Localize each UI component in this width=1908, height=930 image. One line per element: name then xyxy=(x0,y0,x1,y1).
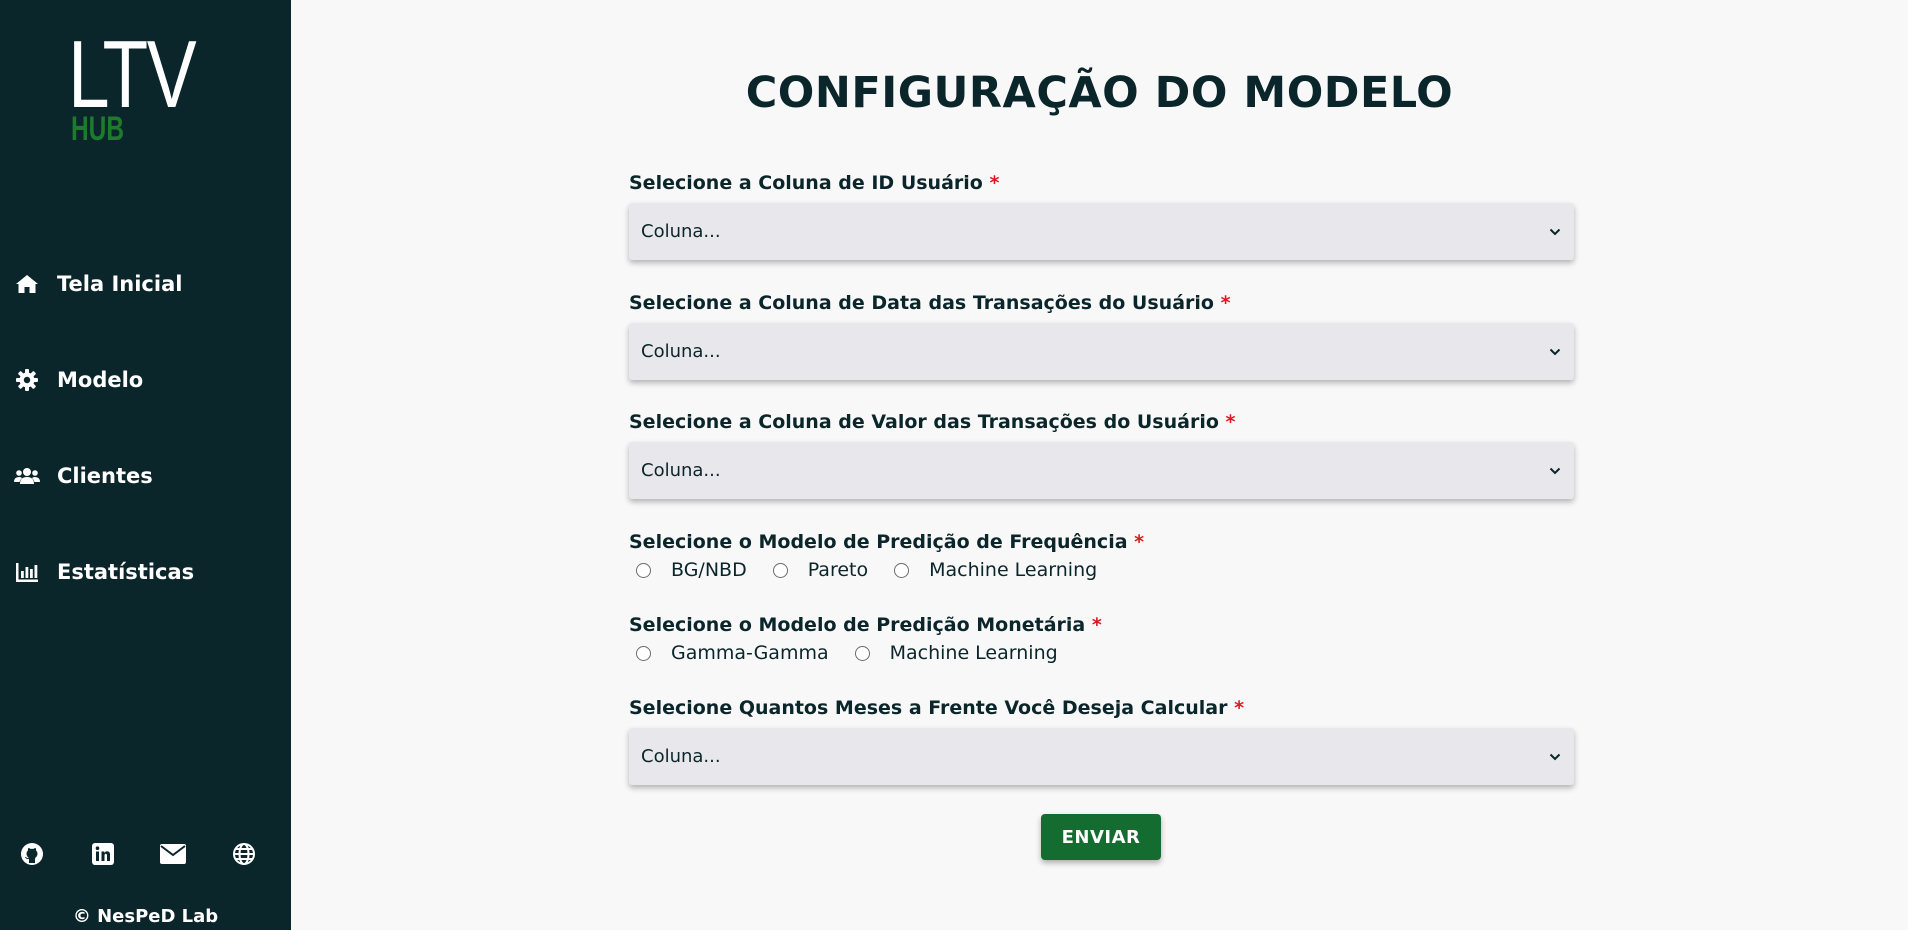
globe-icon[interactable] xyxy=(228,838,260,870)
radio-circle[interactable] xyxy=(772,562,788,578)
sidebar-item-label: Tela Inicial xyxy=(57,272,183,296)
radio-bg-nbd[interactable]: BG/NBD xyxy=(636,559,747,581)
user-id-label: Selecione a Coluna de ID Usuário * xyxy=(629,172,999,194)
radio-label: BG/NBD xyxy=(671,559,747,581)
freq-model-label-text: Selecione o Modelo de Predição de Frequê… xyxy=(629,531,1128,553)
radio-label: Pareto xyxy=(807,559,869,581)
radio-machine-learning-monetary[interactable]: Machine Learning xyxy=(854,642,1058,664)
date-select-value: Coluna... xyxy=(641,341,721,362)
radio-circle[interactable] xyxy=(636,562,651,578)
required-mark: * xyxy=(1091,614,1102,636)
sidebar-item-label: Clientes xyxy=(57,464,153,488)
required-mark: * xyxy=(989,172,1000,194)
radio-label: Machine Learning xyxy=(889,642,1058,664)
logo-hub-text: HUB xyxy=(71,110,125,148)
envelope-icon[interactable] xyxy=(157,838,189,870)
radio-circle[interactable] xyxy=(854,645,870,661)
monetary-model-radio-group: Gamma-Gamma Machine Learning xyxy=(636,641,1084,665)
amount-label-text: Selecione a Coluna de Valor das Transaçõ… xyxy=(629,411,1219,433)
ltv-hub-logo[interactable]: LTV HUB xyxy=(68,21,231,147)
monetary-model-label-text: Selecione o Modelo de Predição Monetária xyxy=(629,614,1086,636)
users-icon xyxy=(14,463,40,489)
chevron-down-icon xyxy=(1548,225,1562,239)
freq-model-radio-group: BG/NBD Pareto Machine Learning xyxy=(636,558,1123,582)
amount-select-value: Coluna... xyxy=(641,460,721,481)
chevron-down-icon xyxy=(1548,464,1562,478)
required-mark: * xyxy=(1134,531,1145,553)
monetary-model-label: Selecione o Modelo de Predição Monetária… xyxy=(629,614,1102,636)
user-id-select[interactable]: Coluna... xyxy=(629,203,1574,260)
radio-gamma-gamma[interactable]: Gamma-Gamma xyxy=(636,642,829,664)
amount-select[interactable]: Coluna... xyxy=(629,442,1574,499)
date-label-text: Selecione a Coluna de Data das Transaçõe… xyxy=(629,292,1214,314)
sidebar-item-label: Modelo xyxy=(57,368,144,392)
gear-icon xyxy=(14,367,40,393)
sidebar-item-modelo[interactable]: Modelo xyxy=(0,352,291,408)
page-title: CONFIGURAÇÃO DO MODELO xyxy=(745,68,1454,118)
months-label: Selecione Quantos Meses a Frente Você De… xyxy=(629,697,1244,719)
months-select-value: Coluna... xyxy=(641,746,721,767)
date-select[interactable]: Coluna... xyxy=(629,323,1574,380)
copyright: © NesPeD Lab xyxy=(72,906,219,927)
amount-label: Selecione a Coluna de Valor das Transaçõ… xyxy=(629,411,1235,433)
sidebar-item-clientes[interactable]: Clientes xyxy=(0,448,291,504)
months-select[interactable]: Coluna... xyxy=(629,728,1574,785)
radio-circle[interactable] xyxy=(636,645,651,661)
linkedin-icon[interactable] xyxy=(87,838,119,870)
months-label-text: Selecione Quantos Meses a Frente Você De… xyxy=(629,697,1228,719)
sidebar: LTV HUB Tela Inicial Modelo Clientes Est… xyxy=(0,0,291,930)
required-mark: * xyxy=(1234,697,1245,719)
sidebar-item-label: Estatísticas xyxy=(57,560,195,584)
submit-button[interactable]: ENVIAR xyxy=(1041,814,1161,860)
sidebar-item-tela-inicial[interactable]: Tela Inicial xyxy=(0,256,291,312)
social-links xyxy=(0,838,291,870)
logo-ltv-text: LTV xyxy=(68,21,197,128)
sidebar-item-estatisticas[interactable]: Estatísticas xyxy=(0,544,291,600)
chevron-down-icon xyxy=(1548,750,1562,764)
user-id-label-text: Selecione a Coluna de ID Usuário xyxy=(629,172,983,194)
required-mark: * xyxy=(1220,292,1231,314)
github-icon[interactable] xyxy=(16,838,48,870)
radio-machine-learning-freq[interactable]: Machine Learning xyxy=(894,559,1097,581)
freq-model-label: Selecione o Modelo de Predição de Frequê… xyxy=(629,531,1144,553)
required-mark: * xyxy=(1225,411,1236,433)
user-id-select-value: Coluna... xyxy=(641,221,721,242)
radio-label: Machine Learning xyxy=(929,559,1098,581)
radio-label: Gamma-Gamma xyxy=(671,642,829,664)
chevron-down-icon xyxy=(1548,345,1562,359)
date-label: Selecione a Coluna de Data das Transaçõe… xyxy=(629,292,1231,314)
radio-pareto[interactable]: Pareto xyxy=(772,559,869,581)
home-icon xyxy=(14,271,40,297)
bar-chart-icon xyxy=(14,559,40,585)
radio-circle[interactable] xyxy=(894,562,910,578)
